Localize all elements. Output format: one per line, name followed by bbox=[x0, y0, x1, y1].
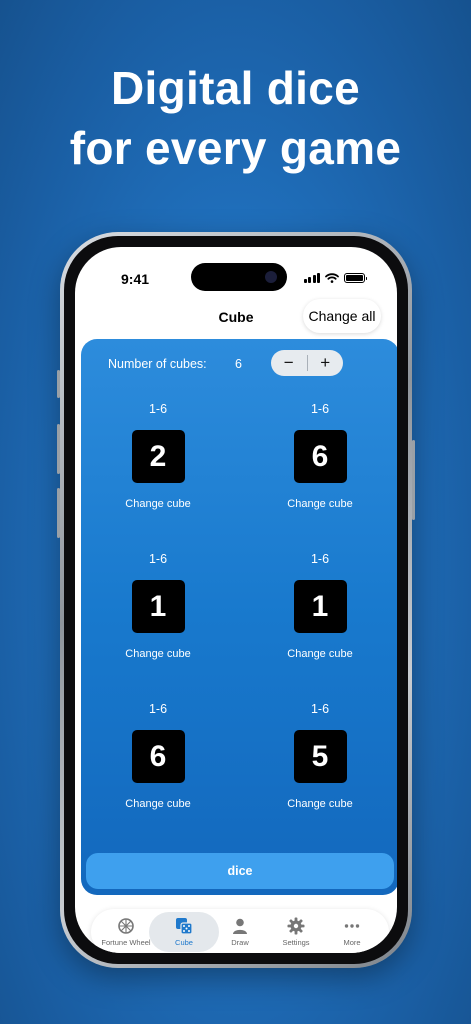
cube-face[interactable]: 6 bbox=[131, 730, 185, 783]
change-cube-button[interactable]: Change cube bbox=[93, 648, 223, 660]
cube-face[interactable]: 5 bbox=[293, 730, 347, 783]
cube-count-label: Number of cubes: bbox=[108, 357, 207, 371]
cube-range: 1-6 bbox=[148, 402, 168, 416]
tab-label: Draw bbox=[231, 938, 249, 947]
tab-label: Fortune Wheel bbox=[101, 938, 151, 947]
status-icons bbox=[303, 273, 367, 283]
cube-face[interactable]: 2 bbox=[131, 430, 185, 483]
cube-cell: 1-6 6 Change cube bbox=[93, 702, 223, 810]
cube-count-stepper: − + bbox=[271, 350, 343, 376]
cube-cell: 1-6 6 Change cube bbox=[255, 402, 385, 510]
dice-icon bbox=[176, 918, 193, 935]
phone-frame: 9:41 Cube Change all Number of cubes: 6 … bbox=[57, 232, 415, 968]
cube-cell: 1-6 5 Change cube bbox=[255, 702, 385, 810]
person-icon bbox=[233, 918, 247, 934]
tab-bar: Fortune Wheel Cube Draw Settings More bbox=[91, 909, 389, 953]
tab-label: Cube bbox=[175, 938, 193, 947]
volume-down-button bbox=[57, 488, 60, 538]
cube-range: 1-6 bbox=[310, 552, 330, 566]
cube-face[interactable]: 1 bbox=[131, 580, 185, 633]
tab-settings[interactable]: Settings bbox=[265, 912, 327, 952]
cube-cell: 1-6 1 Change cube bbox=[255, 552, 385, 660]
status-time: 9:41 bbox=[121, 271, 150, 287]
cube-range: 1-6 bbox=[148, 702, 168, 716]
tab-fortune-wheel[interactable]: Fortune Wheel bbox=[95, 912, 157, 952]
decrement-button[interactable]: − bbox=[271, 350, 307, 376]
gear-icon bbox=[287, 917, 305, 935]
phone-bezel: 9:41 Cube Change all Number of cubes: 6 … bbox=[64, 236, 408, 964]
phone-screen: 9:41 Cube Change all Number of cubes: 6 … bbox=[75, 247, 397, 953]
cube-count-value: 6 bbox=[235, 357, 242, 371]
change-cube-button[interactable]: Change cube bbox=[93, 498, 223, 510]
change-cube-button[interactable]: Change cube bbox=[255, 798, 385, 810]
tab-draw[interactable]: Draw bbox=[209, 912, 271, 952]
silent-switch bbox=[57, 370, 60, 398]
change-all-button[interactable]: Change all bbox=[303, 299, 381, 333]
cube-cell: 1-6 1 Change cube bbox=[93, 552, 223, 660]
tab-more[interactable]: More bbox=[321, 912, 383, 952]
wifi-icon bbox=[325, 273, 339, 283]
promo-line-2: for every game bbox=[69, 122, 402, 174]
cube-range: 1-6 bbox=[310, 702, 330, 716]
tab-label: More bbox=[343, 938, 361, 947]
dynamic-island bbox=[191, 263, 287, 291]
cube-face[interactable]: 6 bbox=[293, 430, 347, 483]
wheel-icon bbox=[118, 918, 134, 934]
cube-cell: 1-6 2 Change cube bbox=[93, 402, 223, 510]
promo-headline: Digital dice for every game bbox=[0, 58, 471, 178]
cube-range: 1-6 bbox=[148, 552, 168, 566]
signal-icon bbox=[303, 273, 320, 283]
battery-icon bbox=[344, 273, 367, 283]
camera-icon bbox=[265, 271, 277, 283]
cube-range: 1-6 bbox=[310, 402, 330, 416]
change-cube-button[interactable]: Change cube bbox=[255, 648, 385, 660]
more-icon bbox=[344, 924, 360, 928]
roll-dice-button[interactable]: dice bbox=[86, 853, 394, 889]
tab-label: Settings bbox=[282, 938, 310, 947]
change-cube-button[interactable]: Change cube bbox=[255, 498, 385, 510]
power-button bbox=[412, 440, 415, 520]
volume-up-button bbox=[57, 424, 60, 474]
cube-face[interactable]: 1 bbox=[293, 580, 347, 633]
increment-button[interactable]: + bbox=[308, 350, 344, 376]
change-cube-button[interactable]: Change cube bbox=[93, 798, 223, 810]
promo-line-1: Digital dice bbox=[111, 62, 360, 114]
cubes-panel: Number of cubes: 6 − + 1-6 2 Change cube… bbox=[81, 339, 397, 895]
